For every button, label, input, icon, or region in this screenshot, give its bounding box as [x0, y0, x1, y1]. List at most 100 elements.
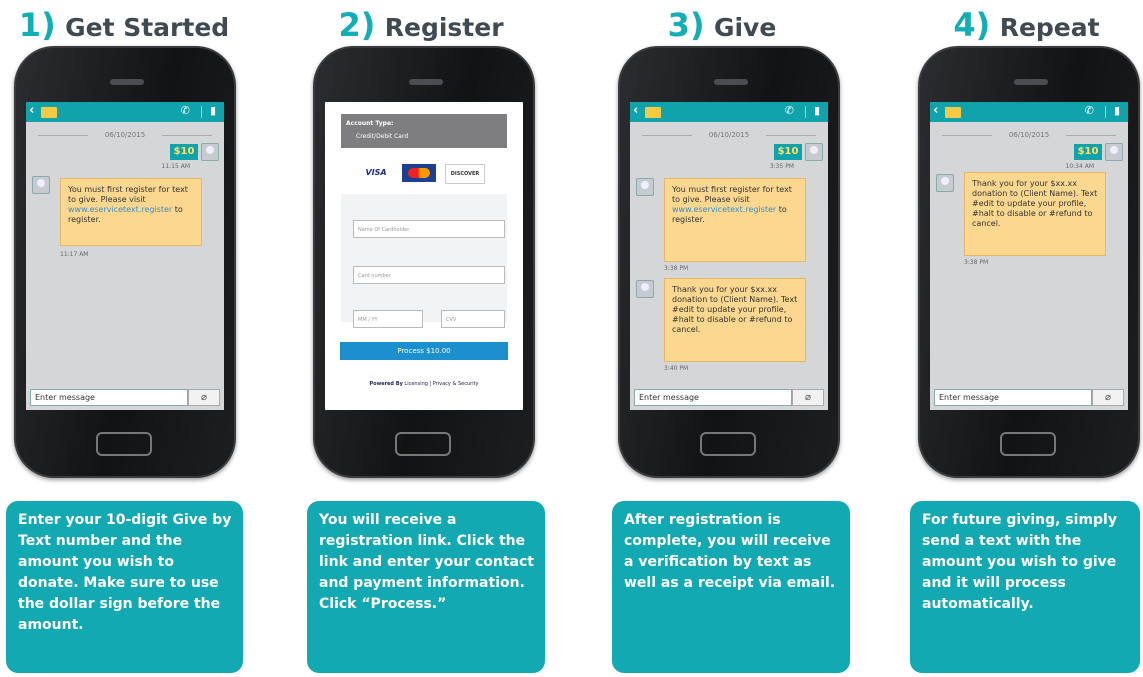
step-title: 3) Give — [602, 6, 842, 44]
step-description: For future giving, simply send a text wi… — [910, 501, 1140, 673]
account-type-box: Account Type: Credit/Debit Card — [341, 114, 507, 148]
sent-timestamp: 10:34 AM — [1065, 163, 1094, 170]
attach-icon[interactable]: ⌀ — [188, 389, 220, 406]
step-description: Enter your 10-digit Give by Text number … — [6, 501, 243, 673]
register-link[interactable]: www.eservicetext.register — [672, 205, 776, 214]
powered-by-label: Powered By — [369, 381, 403, 387]
account-type-label: Account Type: — [346, 120, 394, 127]
back-icon[interactable]: ‹ — [633, 103, 638, 118]
sent-amount-message: $10 — [1074, 144, 1102, 160]
step-description: You will receive a registration link. Cl… — [307, 501, 545, 673]
conversation-date: 06/10/2015 — [26, 131, 224, 139]
sent-timestamp: 3:35 PM — [769, 163, 794, 170]
sms-header: ‹ ✆ ▮ — [26, 102, 224, 122]
card-brands: VISA DISCOVER — [359, 164, 499, 184]
cvv-field[interactable]: CVV — [441, 310, 505, 328]
confirmation-timestamp: 3:38 PM — [964, 259, 989, 266]
cardholder-name-field[interactable]: Name Of Cardholder — [353, 220, 505, 238]
sms-screen: ‹ ✆ ▮ 06/10/2015 $10 11:15 AM You must f… — [26, 102, 224, 410]
sender-avatar-icon — [32, 176, 50, 194]
speaker — [1014, 79, 1048, 85]
powered-by: Powered By Licensing | Privacy & Securit… — [325, 381, 523, 387]
step-label: Give — [713, 13, 777, 42]
phone-call-icon[interactable]: ✆ — [1085, 104, 1094, 117]
envelope-icon — [945, 107, 961, 118]
divider — [201, 106, 202, 118]
divider — [805, 106, 806, 118]
step-number: 4) — [953, 6, 991, 44]
step-label: Get Started — [65, 13, 230, 42]
sms-screen: ‹ ✆ ▮ 06/10/2015 $10 10:34 AM Thank you … — [930, 102, 1128, 410]
phone-mockup: ‹ ✆ ▮ 06/10/2015 $10 11:15 AM You must f… — [14, 46, 236, 478]
registration-screen: Account Type: Credit/Debit Card VISA DIS… — [325, 102, 523, 410]
user-avatar-icon — [1105, 143, 1123, 161]
sent-amount-message: $10 — [170, 144, 198, 160]
reply-text: You must first register for text to give… — [672, 185, 792, 204]
home-button — [395, 432, 451, 456]
step-number: 2) — [338, 6, 376, 44]
visa-logo-icon: VISA — [365, 168, 387, 177]
reply-timestamp: 11:17 AM — [60, 251, 89, 258]
speaker — [714, 79, 748, 85]
back-icon[interactable]: ‹ — [29, 103, 34, 118]
step-title: 1) Get Started — [4, 6, 244, 44]
message-input-row: Enter message ⌀ — [634, 389, 824, 406]
conversation-date: 06/10/2015 — [930, 131, 1128, 139]
speaker — [409, 79, 443, 85]
step-label: Repeat — [999, 13, 1100, 42]
sent-timestamp: 11:15 AM — [161, 163, 190, 170]
phone-call-icon[interactable]: ✆ — [181, 104, 190, 117]
discover-logo-icon: DISCOVER — [445, 164, 485, 184]
attach-icon[interactable]: ⌀ — [792, 389, 824, 406]
sender-avatar-icon — [636, 178, 654, 196]
attach-icon[interactable]: ⌀ — [1092, 389, 1124, 406]
confirmation-bubble: Thank you for your $xx.xx donation to (C… — [964, 172, 1106, 256]
process-button[interactable]: Process $10.00 — [340, 342, 508, 360]
step-label: Register — [384, 13, 504, 42]
speaker — [110, 79, 144, 85]
sender-avatar-icon — [636, 280, 654, 298]
trash-icon[interactable]: ▮ — [814, 104, 820, 117]
home-button — [1000, 432, 1056, 456]
step-description: After registration is complete, you will… — [612, 501, 850, 673]
trash-icon[interactable]: ▮ — [210, 104, 216, 117]
sms-header: ‹ ✆ ▮ — [930, 102, 1128, 122]
account-type-value[interactable]: Credit/Debit Card — [356, 133, 408, 140]
divider — [1105, 106, 1106, 118]
conversation-date: 06/10/2015 — [630, 131, 828, 139]
user-avatar-icon — [805, 143, 823, 161]
payment-form: Name Of Cardholder Card number MM / YY C… — [341, 194, 507, 328]
trash-icon[interactable]: ▮ — [1114, 104, 1120, 117]
card-number-field[interactable]: Card number — [353, 266, 505, 284]
sent-amount-message: $10 — [774, 144, 802, 160]
step-number: 3) — [667, 6, 705, 44]
message-input[interactable]: Enter message — [934, 389, 1092, 406]
reply-timestamp: 3:38 PM — [664, 265, 689, 272]
step-title: 2) Register — [301, 6, 541, 44]
home-button — [700, 432, 756, 456]
phone-mockup: Account Type: Credit/Debit Card VISA DIS… — [313, 46, 535, 478]
register-link[interactable]: www.eservicetext.register — [68, 205, 172, 214]
message-input[interactable]: Enter message — [634, 389, 792, 406]
home-button — [96, 432, 152, 456]
envelope-icon — [645, 107, 661, 118]
powered-by-links[interactable]: Licensing | Privacy & Security — [404, 381, 478, 387]
reply-text: You must first register for text to give… — [68, 185, 188, 204]
reply-bubble: You must first register for text to give… — [664, 178, 806, 262]
sms-header: ‹ ✆ ▮ — [630, 102, 828, 122]
confirmation-bubble: Thank you for your $xx.xx donation to (C… — [664, 278, 806, 362]
expiry-field[interactable]: MM / YY — [353, 310, 423, 328]
sms-screen: ‹ ✆ ▮ 06/10/2015 $10 3:35 PM You must fi… — [630, 102, 828, 410]
message-input-row: Enter message ⌀ — [30, 389, 220, 406]
step-title: 4) Repeat — [908, 6, 1143, 44]
sender-avatar-icon — [936, 174, 954, 192]
reply-bubble: You must first register for text to give… — [60, 178, 202, 246]
envelope-icon — [41, 107, 57, 118]
confirmation-timestamp: 3:40 PM — [664, 365, 689, 372]
mastercard-logo-icon — [402, 164, 436, 182]
phone-call-icon[interactable]: ✆ — [785, 104, 794, 117]
user-avatar-icon — [201, 143, 219, 161]
phone-mockup: ‹ ✆ ▮ 06/10/2015 $10 3:35 PM You must fi… — [618, 46, 840, 478]
message-input[interactable]: Enter message — [30, 389, 188, 406]
back-icon[interactable]: ‹ — [933, 103, 938, 118]
